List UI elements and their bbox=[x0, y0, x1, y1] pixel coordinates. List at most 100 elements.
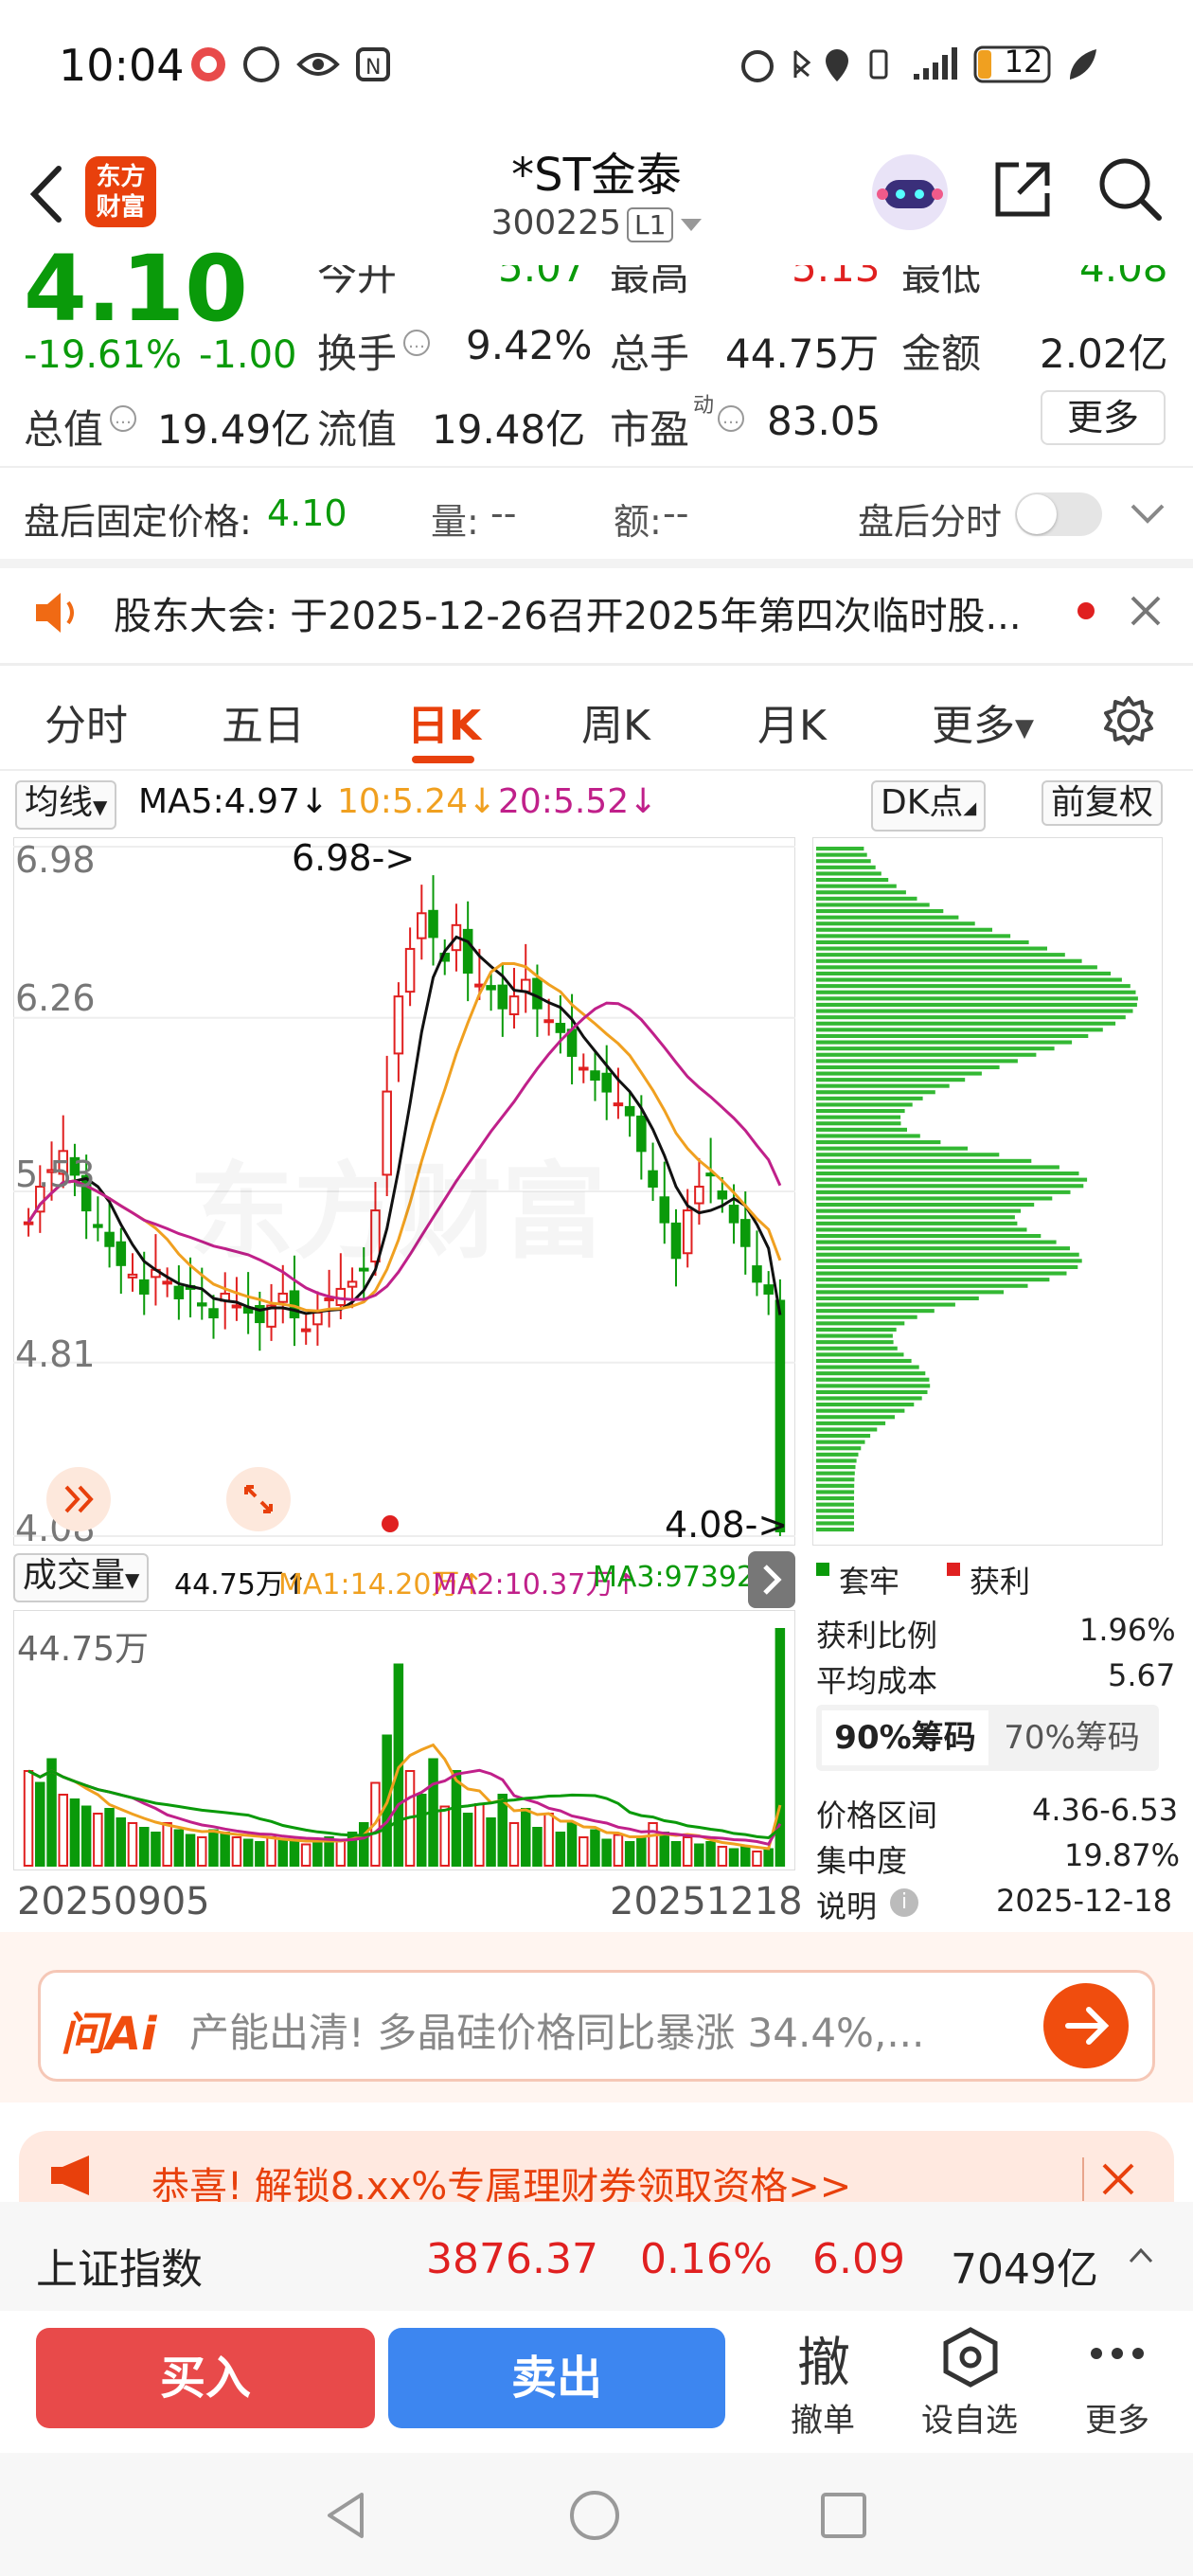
chip-bar bbox=[816, 1059, 1018, 1064]
candle-body bbox=[752, 1265, 762, 1283]
info-icon[interactable]: … bbox=[718, 405, 744, 432]
afterhours-amt-value: -- bbox=[663, 492, 689, 534]
chip-bar bbox=[816, 1290, 1004, 1295]
chip-bar bbox=[816, 1377, 930, 1382]
ai-go-button[interactable] bbox=[1043, 1983, 1129, 2068]
panel-toggle-icon[interactable] bbox=[748, 1551, 795, 1608]
adjust-button[interactable]: 前复权 bbox=[1042, 780, 1164, 826]
chip-bar bbox=[816, 1346, 898, 1351]
event-dot[interactable] bbox=[382, 1515, 399, 1532]
volume-bar bbox=[705, 1841, 716, 1867]
close-icon[interactable] bbox=[1098, 2159, 1138, 2199]
tab-daily-k[interactable]: 日K bbox=[407, 691, 481, 752]
settings-gear-icon[interactable] bbox=[1102, 694, 1155, 747]
more-dots-icon[interactable] bbox=[1089, 2339, 1146, 2368]
tab-monthly-k[interactable]: 月K bbox=[757, 691, 827, 752]
volume-bar bbox=[532, 1827, 543, 1867]
cancel-order-icon[interactable]: 撤 bbox=[793, 2320, 854, 2397]
add-watchlist-label[interactable]: 设自选 bbox=[917, 2394, 1022, 2441]
chip-bar bbox=[816, 1052, 1037, 1057]
afterhours-vol-label: 量: bbox=[431, 501, 479, 543]
candle-body bbox=[404, 947, 416, 993]
nav-recents-icon[interactable] bbox=[819, 2491, 868, 2540]
chip-bar bbox=[816, 1240, 1057, 1244]
tab-timeshare[interactable]: 分时 bbox=[45, 691, 128, 752]
volume-bar bbox=[266, 1836, 276, 1867]
tab-weekly-k[interactable]: 周K bbox=[581, 691, 650, 752]
chip-bar bbox=[816, 1458, 857, 1463]
chip-bar bbox=[816, 1502, 854, 1507]
caret-down-icon: ▼ bbox=[1015, 714, 1034, 742]
ma-select[interactable]: 均线▼ bbox=[15, 780, 117, 830]
chip-bar bbox=[816, 1109, 905, 1114]
volume-bar bbox=[312, 1841, 323, 1867]
seg-90[interactable]: 90%筹码 bbox=[822, 1710, 988, 1765]
share-icon[interactable] bbox=[990, 157, 1055, 222]
more-label[interactable]: 更多 bbox=[1065, 2394, 1169, 2441]
info-icon[interactable]: … bbox=[403, 330, 430, 356]
volume-bar bbox=[601, 1838, 612, 1867]
chip-bar bbox=[816, 896, 917, 901]
candle-body bbox=[532, 977, 543, 1010]
chevron-down-icon[interactable] bbox=[1129, 500, 1166, 527]
volume-select[interactable]: 成交量▼ bbox=[13, 1553, 150, 1602]
chip-bar bbox=[816, 1440, 865, 1444]
mktcap-value: 19.49亿 bbox=[157, 406, 312, 453]
info-icon[interactable]: … bbox=[110, 405, 136, 432]
volume-bar bbox=[474, 1803, 485, 1867]
chip-bar bbox=[816, 1172, 1079, 1176]
tab-five-day[interactable]: 五日 bbox=[222, 691, 305, 752]
candle-body bbox=[197, 1302, 207, 1307]
note-label: 说明 bbox=[816, 1888, 878, 1924]
seg-70[interactable]: 70%筹码 bbox=[988, 1710, 1155, 1765]
chip-bar bbox=[816, 859, 871, 864]
robot-assistant-icon[interactable] bbox=[869, 152, 951, 233]
chip-bar bbox=[816, 1190, 1071, 1194]
volume-bar bbox=[335, 1838, 347, 1867]
chip-bar bbox=[816, 1009, 1133, 1013]
info-icon[interactable]: i bbox=[890, 1888, 918, 1917]
chip-bar bbox=[816, 1134, 920, 1138]
candle-body bbox=[462, 928, 473, 975]
cancel-order-label[interactable]: 撤单 bbox=[771, 2394, 875, 2441]
chevron-up-icon[interactable] bbox=[1127, 2245, 1155, 2267]
volume-bar bbox=[104, 1808, 115, 1867]
volume-bar bbox=[173, 1829, 185, 1867]
search-icon[interactable] bbox=[1096, 155, 1165, 224]
afterhours-toggle[interactable] bbox=[1015, 492, 1102, 536]
arrow-right-icon bbox=[1065, 2007, 1110, 2045]
volume-select-label: 成交量 bbox=[23, 1556, 126, 1595]
active-tab-indicator bbox=[412, 756, 474, 763]
more-quote-button[interactable]: 更多 bbox=[1041, 390, 1166, 445]
chip-bar bbox=[816, 921, 975, 926]
fullscreen-icon[interactable] bbox=[225, 1466, 292, 1532]
chip-bar bbox=[816, 1315, 917, 1319]
y-label-2: 6.26 bbox=[15, 977, 96, 1019]
nav-back-icon[interactable] bbox=[322, 2489, 369, 2542]
candle-body bbox=[162, 1280, 172, 1285]
divider bbox=[0, 466, 1193, 468]
tab-more[interactable]: 更多▼ bbox=[932, 691, 1034, 752]
chip-bar bbox=[816, 1283, 1028, 1288]
chip-bar bbox=[816, 1184, 1084, 1189]
dk-point-button[interactable]: DK点◢ bbox=[871, 780, 987, 832]
sell-button[interactable]: 卖出 bbox=[388, 2328, 725, 2428]
pe-label: 市盈 bbox=[610, 406, 690, 453]
chip-bar bbox=[816, 1264, 1078, 1269]
chip-bar bbox=[816, 1446, 862, 1451]
expand-left-icon[interactable] bbox=[45, 1466, 112, 1532]
close-icon[interactable] bbox=[1127, 592, 1165, 630]
chip-bar bbox=[816, 984, 1131, 989]
locked-legend-label: 套牢 bbox=[839, 1564, 900, 1600]
turnover-value: 9.42% bbox=[466, 322, 593, 368]
chip-bar bbox=[816, 1096, 923, 1100]
index-pct: 0.16% bbox=[640, 2235, 773, 2283]
candle-body bbox=[93, 1224, 103, 1228]
volume-bar bbox=[543, 1813, 554, 1867]
candle-body bbox=[173, 1285, 185, 1299]
avg-cost-label: 平均成本 bbox=[816, 1663, 938, 1699]
nav-home-icon[interactable] bbox=[568, 2489, 621, 2542]
buy-button[interactable]: 买入 bbox=[36, 2328, 375, 2428]
hexagon-settings-icon[interactable] bbox=[942, 2326, 999, 2388]
ma10-value: 10:5.24↓ bbox=[337, 782, 497, 821]
